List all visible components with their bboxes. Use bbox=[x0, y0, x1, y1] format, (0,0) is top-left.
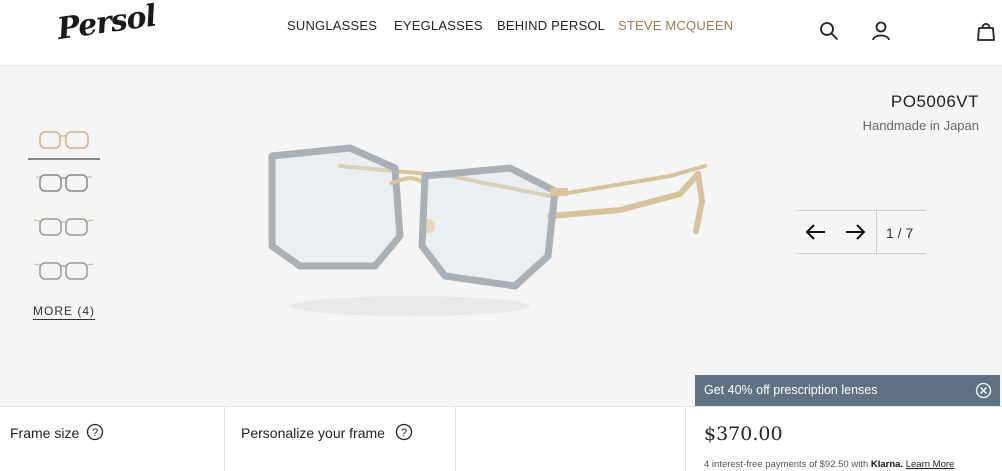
personalize-label: Personalize your frame bbox=[241, 425, 385, 441]
nav-steve-mcqueen[interactable]: STEVE MCQUEEN bbox=[618, 18, 733, 33]
svg-text:?: ? bbox=[401, 427, 407, 439]
frame-size-label: Frame size bbox=[10, 425, 80, 441]
close-icon[interactable] bbox=[975, 382, 992, 399]
personalize-frame-selector[interactable]: Personalize your frame ? bbox=[225, 407, 456, 471]
product-model-name: PO5006VT bbox=[890, 92, 979, 111]
learn-more-link[interactable]: Learn More bbox=[906, 459, 955, 470]
help-icon[interactable]: ? bbox=[395, 423, 413, 441]
purchase-bar: Frame size ? Personalize your frame ? $3… bbox=[0, 406, 1002, 471]
nav-behind-persol[interactable]: BEHIND PERSOL bbox=[497, 18, 605, 33]
more-images-link[interactable]: MORE (4) bbox=[33, 304, 95, 320]
promo-banner[interactable]: Get 40% off prescription lenses bbox=[695, 375, 1000, 406]
pager-count: 1 / 7 bbox=[886, 225, 914, 241]
nav-eyeglasses[interactable]: EYEGLASSES bbox=[394, 18, 483, 33]
arrow-right-icon[interactable] bbox=[843, 221, 867, 243]
svg-text:?: ? bbox=[92, 427, 98, 439]
product-subtitle: Handmade in Japan bbox=[862, 118, 979, 133]
product-gallery: MORE (4) PO5006VT Handmade in Japan 1 / … bbox=[0, 66, 1002, 406]
klarna-brand: Klarna. bbox=[870, 459, 904, 470]
site-header: Persol SUNGLASSES EYEGLASSES BEHIND PERS… bbox=[0, 0, 1002, 66]
product-price: $370.00 bbox=[704, 423, 783, 445]
gallery-thumbnail[interactable] bbox=[28, 166, 100, 202]
arrow-left-icon[interactable] bbox=[804, 221, 828, 243]
image-pager: 1 / 7 bbox=[796, 210, 926, 254]
nav-sunglasses[interactable]: SUNGLASSES bbox=[287, 18, 377, 33]
search-icon[interactable] bbox=[818, 20, 840, 42]
gallery-thumbnail[interactable] bbox=[28, 254, 100, 290]
help-icon[interactable]: ? bbox=[86, 423, 104, 441]
pager-divider bbox=[876, 211, 877, 253]
promo-text: Get 40% off prescription lenses bbox=[704, 383, 878, 397]
bag-icon[interactable] bbox=[975, 20, 997, 42]
gallery-thumbnail[interactable] bbox=[28, 124, 100, 160]
klarna-text: 4 interest-free payments of $92.50 with bbox=[704, 459, 869, 470]
frame-size-selector[interactable]: Frame size ? bbox=[0, 407, 225, 471]
account-icon[interactable] bbox=[870, 20, 892, 42]
empty-cell bbox=[456, 407, 686, 471]
persol-logo[interactable]: Persol bbox=[55, 0, 158, 47]
klarna-info: 4 interest-free payments of $92.50 with … bbox=[704, 459, 954, 470]
gallery-thumbnail[interactable] bbox=[28, 210, 100, 246]
product-image bbox=[268, 144, 707, 316]
